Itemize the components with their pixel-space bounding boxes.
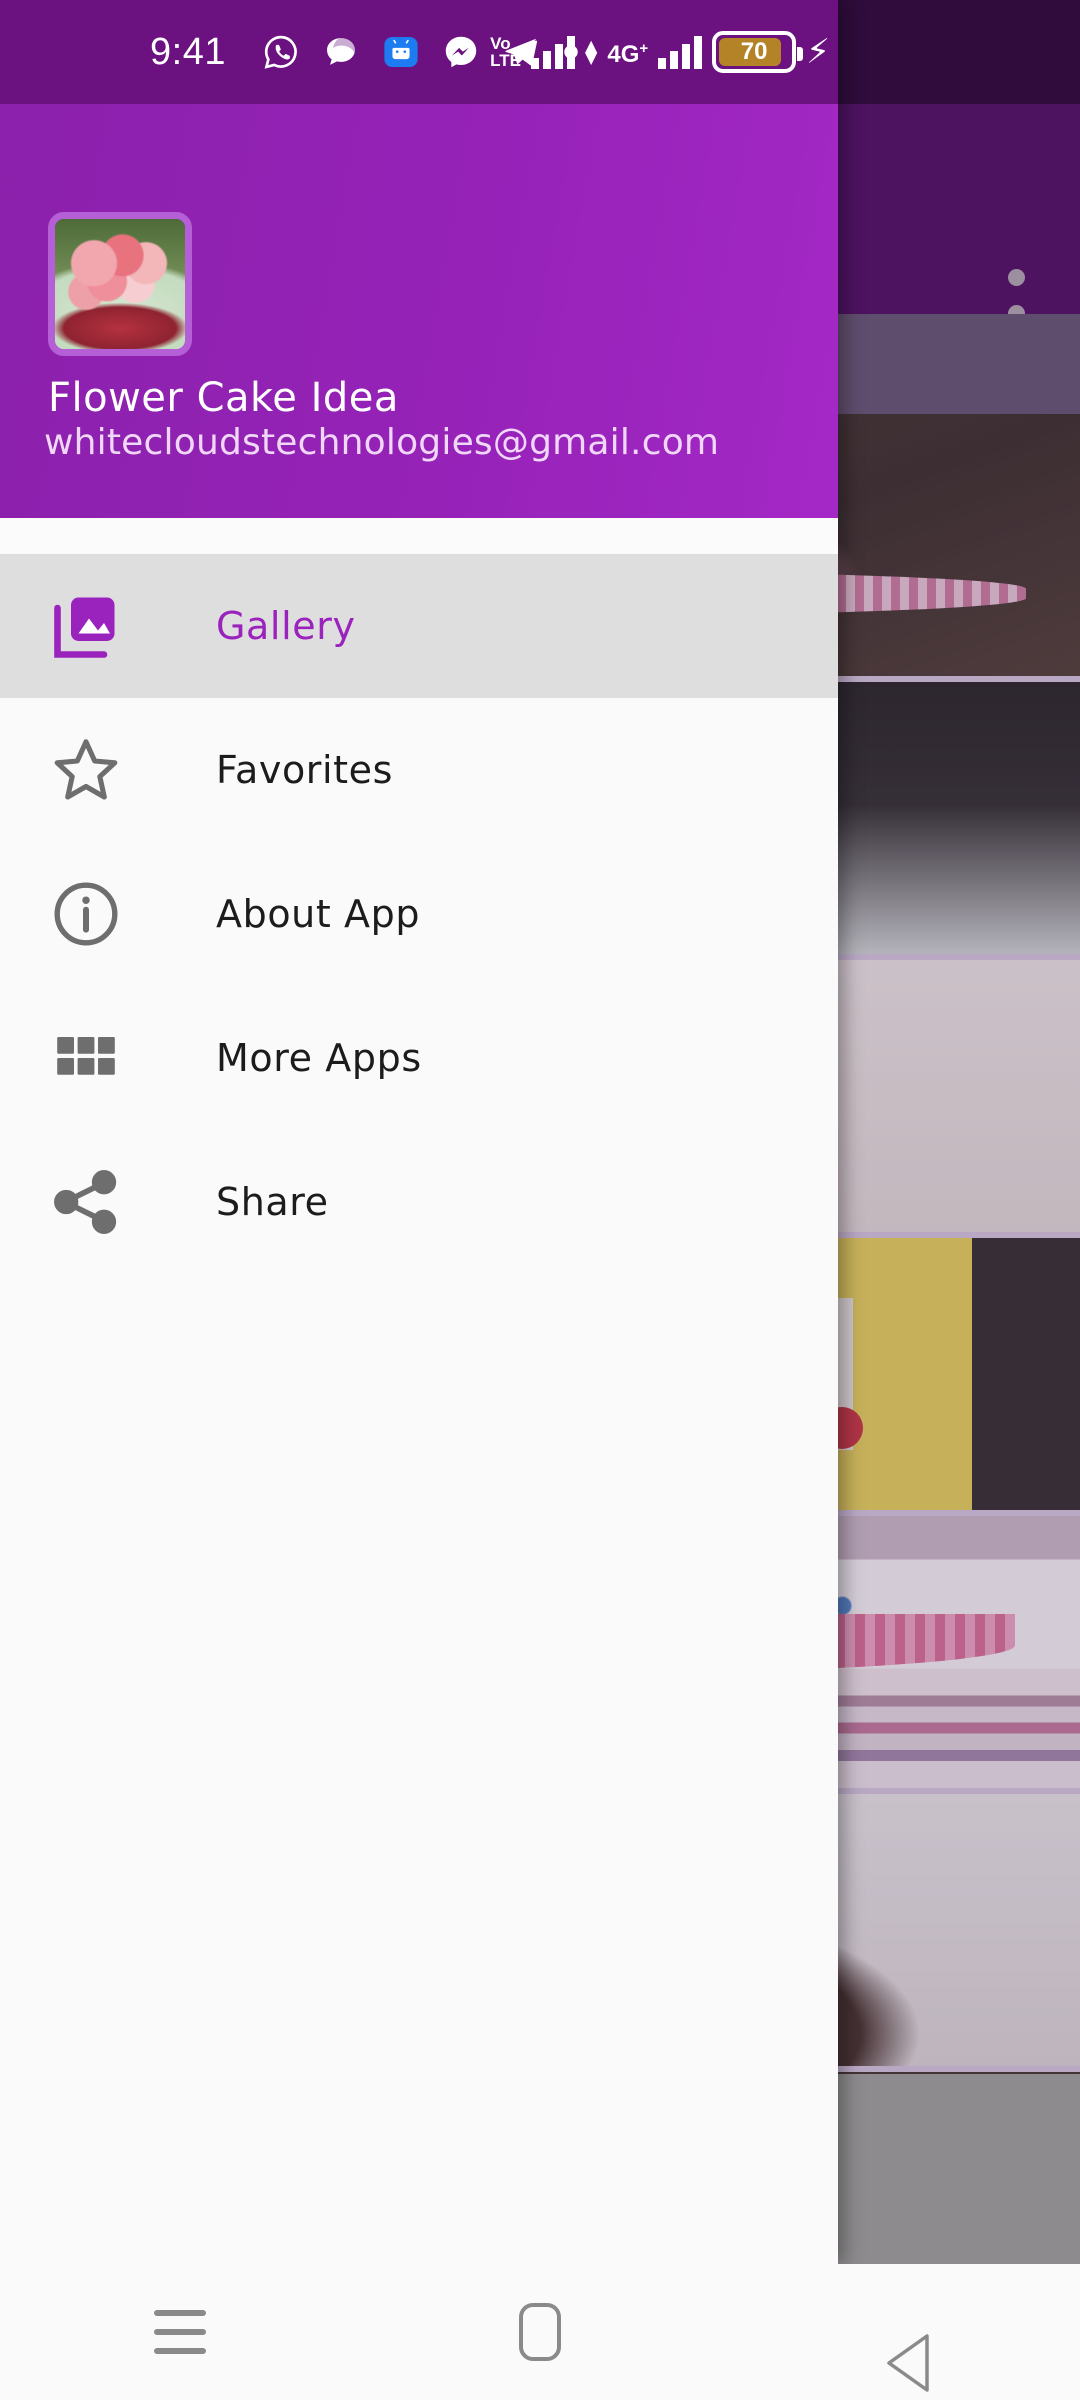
sidebar-item-about-app[interactable]: About App — [0, 842, 838, 986]
star-icon — [50, 734, 122, 806]
sidebar-item-favorites[interactable]: Favorites — [0, 698, 838, 842]
drawer-header: Flower Cake Idea whitecloudstechnologies… — [0, 104, 838, 518]
sidebar-item-label: Favorites — [216, 748, 394, 792]
back-icon — [883, 2302, 929, 2392]
network-type-label: 4G+ — [607, 40, 649, 68]
sidebar-item-label: More Apps — [216, 1036, 422, 1080]
developer-email: whitecloudstechnologies@gmail.com — [44, 422, 720, 463]
navigation-drawer: Flower Cake Idea whitecloudstechnologies… — [0, 0, 838, 2264]
phone-screen: i MUNGU Flower Cake Idea whitecloudstech… — [0, 0, 1080, 2400]
status-bar-indicators: Vo LTE ▲ ▼ 4G+ 70 ⚡ — [0, 0, 838, 104]
data-transfer-icon: ▲ ▼ — [585, 36, 598, 67]
recents-button[interactable] — [115, 2282, 245, 2382]
signal-bars-sim1-icon — [531, 35, 576, 69]
grid-apps-icon — [50, 1022, 122, 1094]
info-icon — [50, 878, 122, 950]
sidebar-item-label: Share — [216, 1180, 329, 1224]
home-button[interactable] — [475, 2282, 605, 2382]
sidebar-item-share[interactable]: Share — [0, 1130, 838, 1274]
sidebar-item-gallery[interactable]: Gallery — [0, 554, 838, 698]
system-navigation-bar — [0, 2264, 1080, 2400]
battery-indicator: 70 — [712, 31, 804, 73]
share-icon — [50, 1166, 122, 1238]
volte-line1: Vo — [490, 34, 511, 53]
app-logo-avatar — [48, 212, 192, 356]
bolt-icon: ⚡ — [806, 32, 830, 72]
signal-bars-sim2-icon — [658, 35, 703, 69]
home-icon — [519, 2303, 561, 2361]
battery-percent: 70 — [740, 38, 768, 65]
drawer-divider — [0, 518, 838, 554]
back-button[interactable] — [835, 2282, 965, 2392]
status-bar: 9:41 Vo LTE ▲ ▼ 4G+ 70 ⚡ — [0, 0, 838, 104]
recents-icon — [154, 2310, 206, 2354]
volte-line2: LTE — [490, 51, 522, 70]
volte-icon: Vo LTE — [490, 35, 521, 69]
sidebar-item-label: Gallery — [216, 604, 356, 648]
drawer-menu: Gallery Favorites About App More Apps Sh… — [0, 554, 838, 1274]
sidebar-item-label: About App — [216, 892, 421, 936]
sidebar-item-more-apps[interactable]: More Apps — [0, 986, 838, 1130]
gallery-icon — [50, 590, 122, 662]
app-title: Flower Cake Idea — [48, 375, 399, 421]
